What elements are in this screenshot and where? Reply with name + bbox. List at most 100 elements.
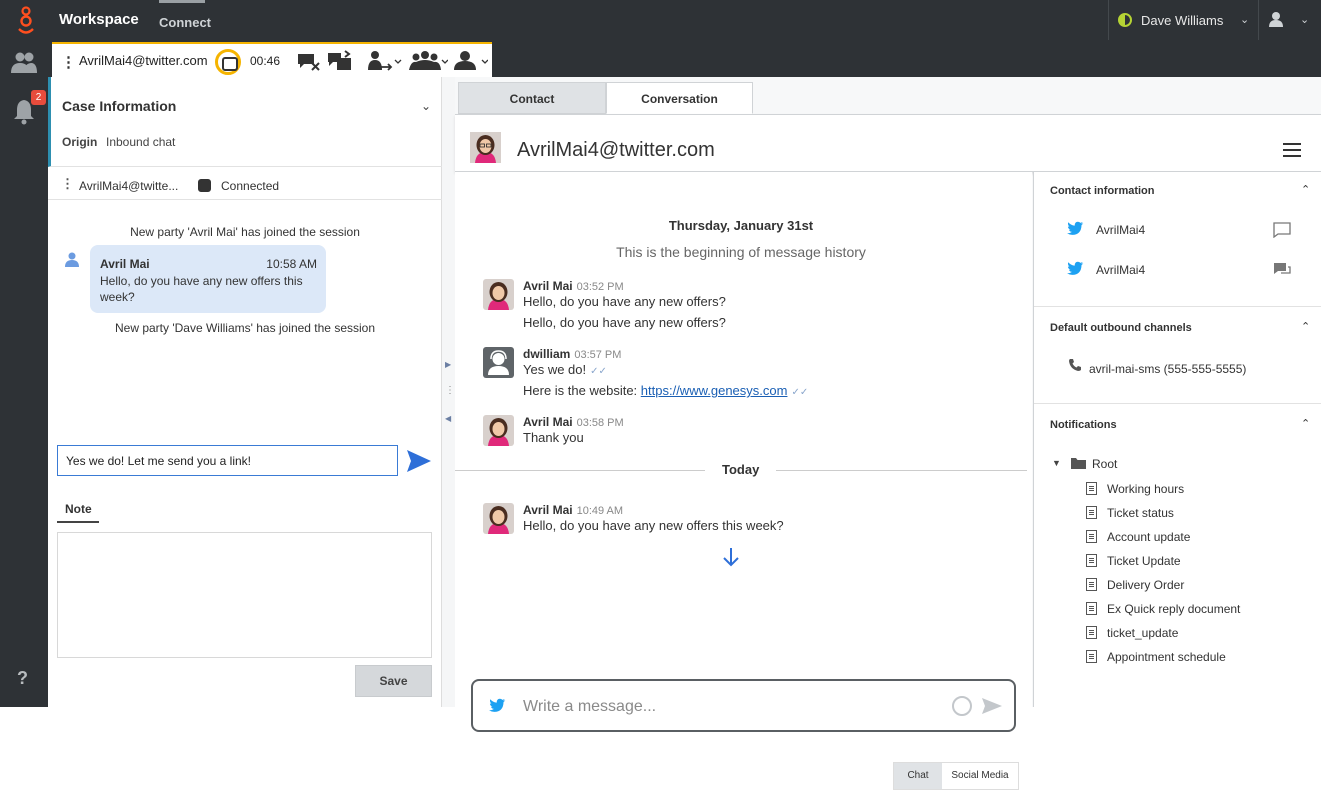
status-dot-icon <box>1118 13 1132 27</box>
website-link[interactable]: https://www.genesys.com <box>641 383 788 398</box>
user-name: Dave Williams <box>1141 13 1224 28</box>
consult-icon[interactable] <box>450 50 488 72</box>
avatar-icon <box>483 347 514 378</box>
bubble-text: Hello, do you have any new offers this w… <box>100 274 303 304</box>
message-text: Thank you <box>523 430 584 445</box>
notifications-title: Notifications <box>1050 419 1117 431</box>
chat-bubble: Avril Mai 10:58 AM Hello, do you have an… <box>90 245 326 313</box>
interaction-contact: AvrilMai4@twitter.com <box>79 53 208 68</box>
message-time: 03:52 PM <box>576 281 624 293</box>
date-heading: Thursday, January 31st <box>668 218 814 233</box>
send-icon[interactable] <box>981 697 1003 715</box>
note-field[interactable] <box>57 532 432 658</box>
twitter-handle: AvrilMai4 <box>1096 223 1146 237</box>
message-text: Yes we do! ✓✓ <box>523 362 607 377</box>
tab-connect[interactable]: Connect <box>159 0 211 40</box>
compose-box[interactable]: Write a message... <box>471 679 1016 732</box>
tree-root[interactable]: Root <box>1092 457 1117 471</box>
agent-menu[interactable]: ⌄ <box>1258 0 1321 40</box>
chevron-up-icon[interactable]: ⌃ <box>1301 320 1310 333</box>
contact-side-panel: Contact information ⌃ AvrilMai4 AvrilMai… <box>1033 172 1321 707</box>
message-time: 10:49 AM <box>576 505 624 517</box>
outbound-title: Default outbound channels <box>1050 322 1192 334</box>
author-name: Avril Mai <box>523 279 573 293</box>
system-message: New party 'Dave Williams' has joined the… <box>114 321 376 335</box>
kebab-icon[interactable]: ⋮ <box>61 53 76 71</box>
chevron-down-icon: ⌄ <box>1300 14 1310 26</box>
document-icon <box>1086 626 1097 639</box>
message-author: Avril Mai 10:49 AM <box>523 503 623 517</box>
chevron-down-icon: ⌄ <box>1240 14 1250 26</box>
bubble-time: 10:58 AM <box>266 257 317 271</box>
notification-badge: 2 <box>31 90 46 105</box>
message-item: Avril Mai 10:49 AM Hello, do you have any… <box>483 503 1003 539</box>
outbound-channel[interactable]: avril-mai-sms (555-555-5555) <box>1089 362 1246 376</box>
message-text: Here is the website: https://www.genesys… <box>523 383 808 398</box>
reply-input[interactable] <box>57 445 398 476</box>
hamburger-icon[interactable] <box>1283 143 1301 157</box>
origin-value: Inbound chat <box>106 135 176 149</box>
chat-outline-icon[interactable] <box>1273 222 1291 238</box>
transfer-chat-icon[interactable] <box>327 50 353 72</box>
drag-handle-icon[interactable]: ⋮ <box>445 385 455 396</box>
message-text-part: Here is the website: <box>523 383 641 398</box>
save-button[interactable]: Save <box>355 665 432 697</box>
genesys-logo-icon[interactable] <box>12 5 40 35</box>
folder-icon <box>1071 458 1086 469</box>
case-information: Case Information ⌄ Origin Inbound chat <box>48 77 442 167</box>
party-name: AvrilMai4@twitte... <box>79 179 179 193</box>
help-icon[interactable]: ? <box>17 668 28 689</box>
message-history: Thursday, January 31st This is the begin… <box>455 172 1032 790</box>
send-icon[interactable] <box>406 449 432 473</box>
phone-icon <box>1069 359 1081 371</box>
document-icon <box>1086 482 1097 495</box>
tab-chat[interactable]: Chat <box>894 763 942 789</box>
emoji-icon[interactable] <box>952 696 972 716</box>
avatar-icon <box>483 503 514 534</box>
avatar-icon <box>483 415 514 446</box>
tab-contact[interactable]: Contact <box>458 82 606 114</box>
document-label: Appointment schedule <box>1107 650 1226 664</box>
contact-info-title: Contact information <box>1050 185 1155 197</box>
today-label: Today <box>705 462 777 477</box>
expand-right-icon[interactable]: ▶ <box>445 360 451 369</box>
conference-icon[interactable] <box>408 50 448 72</box>
interaction-tab[interactable]: ⋮ AvrilMai4@twitter.com 00:46 <box>52 42 492 77</box>
contacts-icon[interactable] <box>10 49 38 77</box>
avatar-icon <box>470 132 501 163</box>
compose-input[interactable]: Write a message... <box>523 698 656 716</box>
tab-conversation[interactable]: Conversation <box>606 82 753 114</box>
author-name: Avril Mai <box>523 503 573 517</box>
channel-tabs: Chat Social Media <box>893 762 1019 790</box>
tab-note[interactable]: Note <box>57 500 99 523</box>
chevron-down-icon[interactable]: ⌄ <box>421 99 431 113</box>
pane-splitter[interactable]: ▶ ⋮ ◀ <box>442 77 455 707</box>
message-item: dwilliam 03:57 PM Yes we do! ✓✓ Here is th… <box>483 347 1003 403</box>
transfer-icon[interactable] <box>366 50 402 72</box>
party-status: Connected <box>221 179 280 193</box>
conversation-pane: Contact Conversation AvrilMai4@twitter.c… <box>455 77 1321 790</box>
scroll-down-icon[interactable] <box>719 546 743 568</box>
document-label: Ticket status <box>1107 506 1174 520</box>
divider <box>1034 403 1321 404</box>
left-nav: 2 ? <box>0 40 48 707</box>
twitter-handle: AvrilMai4 <box>1096 263 1146 277</box>
history-begin: This is the beginning of message history <box>616 244 866 260</box>
chevron-up-icon[interactable]: ⌃ <box>1301 417 1310 430</box>
origin-label: Origin <box>62 135 98 149</box>
twitter-icon <box>489 698 506 712</box>
user-menu[interactable]: Dave Williams ⌄ <box>1108 0 1258 40</box>
case-pane: Case Information ⌄ Origin Inbound chat ⋮… <box>48 77 442 707</box>
direct-message-icon[interactable] <box>1273 262 1291 278</box>
expand-arrow-icon[interactable]: ▼ <box>1052 458 1061 468</box>
expand-left-icon[interactable]: ◀ <box>445 414 451 423</box>
chevron-up-icon[interactable]: ⌃ <box>1301 183 1310 196</box>
message-time: 03:57 PM <box>574 349 622 361</box>
tab-social-media[interactable]: Social Media <box>942 763 1018 789</box>
end-chat-icon[interactable] <box>297 50 321 72</box>
interaction-timer: 00:46 <box>250 54 281 68</box>
kebab-icon[interactable]: ⋮ <box>61 176 74 192</box>
document-icon <box>1086 650 1097 663</box>
message-text: Hello, do you have any new offers? <box>523 294 726 309</box>
document-label: Ticket Update <box>1107 554 1181 568</box>
